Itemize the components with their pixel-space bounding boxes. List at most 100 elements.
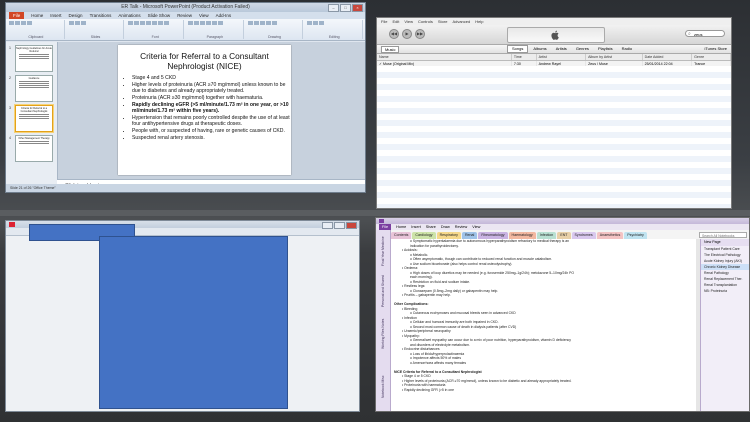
menu-view[interactable]: View — [404, 18, 413, 25]
tab-slide-show[interactable]: Slide Show — [148, 12, 171, 19]
player-toolbar: ◀◀ ▶ ▶▶ ⌕ zeus — [377, 25, 731, 45]
tab-songs[interactable]: Songs — [507, 45, 529, 53]
ribbon-group-drawing[interactable]: Drawing — [247, 20, 304, 39]
bullet: Proteinuria (ACR ≥30 mg/mmol) together w… — [132, 95, 291, 102]
section-tabs: Contents Cardiology Respiratory Renal Rheuma… — [391, 232, 696, 239]
previous-button[interactable]: ◀◀ — [389, 29, 399, 39]
section-tab[interactable]: Contents — [391, 232, 412, 239]
notebook-tab[interactable]: Working Files Notes — [378, 314, 388, 354]
section-tab[interactable]: Renal — [461, 232, 478, 239]
tab-genres[interactable]: Genres — [572, 45, 593, 53]
ribbon: Clipboard Slides Font Paragraph Drawing … — [6, 19, 365, 41]
section-tab[interactable]: Cardiology — [412, 232, 436, 239]
tab-artists[interactable]: Artists — [552, 45, 571, 53]
slide-thumbnail[interactable]: 2 Guidance — [9, 75, 53, 102]
tab-view[interactable]: View — [472, 224, 480, 230]
apple-logo-icon — [551, 30, 559, 40]
section-tab[interactable]: Infection — [536, 232, 557, 239]
ribbon-group-slides[interactable]: Slides — [68, 20, 125, 39]
menu-file[interactable]: File — [381, 18, 387, 25]
powerpoint-window[interactable]: ER Talk - Microsoft PowerPoint (Product … — [5, 2, 366, 193]
maximize-button[interactable]: □ — [340, 4, 351, 12]
menu-store[interactable]: Store — [438, 18, 448, 25]
menu-controls[interactable]: Controls — [418, 18, 433, 25]
onenote-icon — [379, 219, 384, 223]
tab-albums[interactable]: Albums — [529, 45, 550, 53]
tab-radio[interactable]: Radio — [618, 45, 636, 53]
bullet-bold: Rapidly declining eGFR (>5 ml/minute/1.7… — [132, 102, 291, 115]
bullet: Higher levels of proteinuria (ACR ≥70 mg… — [132, 82, 291, 95]
rectangle-shape[interactable] — [99, 236, 288, 409]
tab-transitions[interactable]: Transitions — [90, 12, 112, 19]
tab-home[interactable]: Home — [31, 12, 43, 19]
note-line[interactable]: • Rapidly declining GFR (>5 in one — [391, 388, 696, 393]
itunes-window[interactable]: File Edit View Controls Store Advanced H… — [376, 17, 732, 209]
slide-thumbnails-pane[interactable]: 1 Nephrology Guidelines for Acute Referra… — [6, 42, 58, 184]
notebook-tab[interactable]: Personal and Shared — [378, 274, 388, 308]
search-field[interactable]: ⌕ zeus — [685, 30, 725, 37]
itunes-store-button[interactable]: iTunes Store — [704, 45, 727, 53]
ribbon-group-paragraph[interactable]: Paragraph — [187, 20, 244, 39]
tab-playlists[interactable]: Playlists — [594, 45, 617, 53]
slide-title[interactable]: Criteria for Referral to a Consultant Ne… — [124, 51, 285, 71]
notebook-navigation-bar[interactable]: Final Year Medicine Personal and Shared … — [376, 230, 391, 411]
section-tab[interactable]: Anaesthetics — [596, 232, 624, 239]
menu-help[interactable]: Help — [475, 18, 483, 25]
minimize-button[interactable]: – — [328, 4, 339, 12]
next-button[interactable]: ▶▶ — [415, 29, 425, 39]
slide-editing-area[interactable]: Criteria for Referral to a Consultant Ne… — [58, 42, 365, 184]
tab-insert[interactable]: Insert — [411, 224, 421, 230]
close-button[interactable] — [346, 222, 357, 229]
section-tab[interactable]: Haematology — [508, 232, 536, 239]
slide-bullets[interactable]: Stage 4 and 5 CKD Higher levels of prote… — [118, 75, 291, 142]
songs-table[interactable]: Name Time Artist Album by Artist Date Ad… — [377, 54, 731, 66]
ribbon-group-font[interactable]: Font — [127, 20, 185, 39]
tab-review[interactable]: Review — [455, 224, 467, 230]
tab-animations[interactable]: Animations — [118, 12, 140, 19]
menu-advanced[interactable]: Advanced — [452, 18, 470, 25]
section-tab[interactable]: Rheumatology — [478, 232, 508, 239]
library-navbar: Music Songs Albums Artists Genres Playli… — [377, 45, 731, 54]
page-list: New Page Transplant Patient Care The Elec… — [700, 239, 749, 411]
tab-draw[interactable]: Draw — [441, 224, 450, 230]
onenote-ribbon-tabs: File Home Insert Share Draw Review View — [376, 224, 749, 230]
notebook-tab[interactable]: Final Year Medicine — [378, 234, 388, 268]
tab-insert[interactable]: Insert — [50, 12, 61, 19]
tab-share[interactable]: Share — [426, 224, 436, 230]
status-bar: Slide 21 of 26 "Office Theme" — [6, 184, 365, 192]
note-page[interactable]: o Symptomatic hyperkalaemia due to auton… — [391, 239, 696, 411]
current-slide[interactable]: Criteria for Referral to a Consultant Ne… — [118, 45, 291, 175]
powerpoint-titlebar[interactable]: ER Talk - Microsoft PowerPoint (Product … — [6, 3, 365, 12]
now-playing-display — [507, 27, 605, 43]
drawing-window[interactable] — [5, 220, 360, 412]
tab-file[interactable]: File — [9, 12, 25, 19]
section-tab[interactable]: Respiratory — [436, 232, 461, 239]
page-list-item[interactable]: NB: Proteinuria — [701, 288, 749, 294]
onenote-window[interactable]: File Home Insert Share Draw Review View … — [375, 217, 750, 412]
section-tab[interactable]: ENT — [557, 232, 571, 239]
bullet: Hypertension that remains poorly control… — [132, 115, 291, 128]
new-page-button[interactable]: New Page — [701, 239, 749, 246]
notebook-tab[interactable]: Notebook Misc — [378, 370, 388, 404]
slide-thumbnail[interactable]: 4 Other Management Therapy — [9, 135, 53, 162]
tab-review[interactable]: Review — [177, 12, 192, 19]
empty-list-area — [377, 66, 731, 208]
search-notebooks-field[interactable]: Search All Notebooks (Ctrl+E) — [699, 232, 747, 244]
close-button[interactable]: × — [352, 4, 363, 12]
tab-add-ins[interactable]: Add-Ins — [216, 12, 232, 19]
tab-home[interactable]: Home — [396, 224, 406, 230]
section-tab[interactable]: Syndromes — [571, 232, 596, 239]
slide-thumbnail-selected[interactable]: 3 Criteria for Referral to a Consultant N… — [9, 105, 53, 132]
maximize-button[interactable] — [334, 222, 345, 229]
menu-edit[interactable]: Edit — [392, 18, 399, 25]
section-tab[interactable]: Psychiatry — [624, 232, 647, 239]
play-button[interactable]: ▶ — [402, 29, 412, 39]
tab-design[interactable]: Design — [69, 12, 83, 19]
minimize-button[interactable] — [322, 222, 333, 229]
library-selector[interactable]: Music — [381, 46, 400, 53]
ribbon-group-editing[interactable]: Editing — [306, 20, 364, 39]
tab-view[interactable]: View — [199, 12, 209, 19]
onenote-titlebar[interactable] — [376, 218, 749, 224]
slide-thumbnail[interactable]: 1 Nephrology Guidelines for Acute Referra… — [9, 45, 53, 72]
ribbon-group-clipboard[interactable]: Clipboard — [8, 20, 65, 39]
